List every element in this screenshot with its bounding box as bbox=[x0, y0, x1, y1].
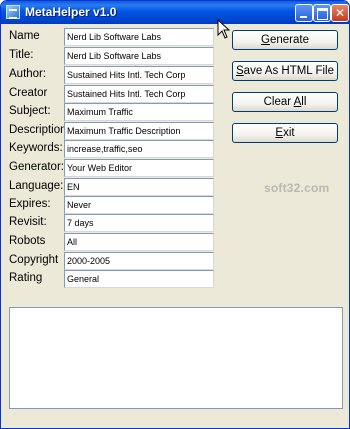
robots-field[interactable]: All bbox=[64, 233, 214, 251]
generator-label: Generator: bbox=[9, 161, 64, 173]
copyright-field[interactable]: 2000-2005 bbox=[64, 252, 214, 270]
exit-button[interactable]: Exit bbox=[232, 123, 338, 143]
title-field[interactable]: Nerd Lib Software Labs bbox=[64, 47, 214, 65]
subject-field[interactable]: Maximum Traffic bbox=[64, 103, 214, 121]
description-label: Description: bbox=[9, 124, 70, 136]
language-label: Language: bbox=[9, 180, 64, 192]
close-icon[interactable] bbox=[331, 4, 349, 22]
exit-button-accel: E bbox=[275, 127, 284, 139]
author-field[interactable]: Sustained Hits Intl. Tech Corp bbox=[64, 66, 214, 84]
watermark: soft32.com bbox=[264, 181, 330, 195]
save-button-accel: S bbox=[236, 65, 244, 77]
metahelper-window: MetaHelper v1.0 Name Title: Author: Crea… bbox=[0, 0, 350, 429]
minimize-icon[interactable] bbox=[295, 4, 313, 22]
clear-button-label-pre: Clear bbox=[263, 96, 294, 108]
subject-label: Subject: bbox=[9, 105, 51, 117]
creator-field[interactable]: Sustained Hits Intl. Tech Corp bbox=[64, 85, 214, 103]
keywords-field[interactable]: increase,traffic,seo bbox=[64, 140, 214, 158]
keywords-label: Keywords: bbox=[9, 142, 63, 154]
exit-button-label-post: xit bbox=[283, 127, 295, 139]
app-icon bbox=[6, 5, 20, 19]
rating-field[interactable]: General bbox=[64, 270, 214, 288]
creator-label: Creator bbox=[9, 87, 48, 99]
save-as-html-button[interactable]: Save As HTML File bbox=[232, 61, 338, 81]
author-label: Author: bbox=[9, 68, 47, 80]
window-title: MetaHelper v1.0 bbox=[25, 5, 117, 19]
save-button-label-post: ave As HTML File bbox=[243, 65, 334, 77]
expires-field[interactable]: Never bbox=[64, 196, 214, 214]
mouse-pointer-icon bbox=[217, 19, 231, 39]
description-field[interactable]: Maximum Traffic Description bbox=[64, 122, 214, 140]
generate-button-label-post: enerate bbox=[269, 34, 309, 46]
revisit-field[interactable]: 7 days bbox=[64, 214, 214, 232]
output-textarea[interactable] bbox=[9, 307, 343, 409]
generate-button-accel: G bbox=[261, 34, 270, 46]
generate-button[interactable]: Generate bbox=[232, 30, 338, 50]
title-label: Title: bbox=[9, 49, 34, 61]
maximize-icon[interactable] bbox=[313, 4, 331, 22]
generator-field[interactable]: Your Web Editor bbox=[64, 159, 214, 177]
rating-label: Rating bbox=[9, 272, 43, 284]
language-field[interactable]: EN bbox=[64, 178, 214, 196]
name-field[interactable]: Nerd Lib Software Labs bbox=[64, 28, 214, 46]
copyright-label: Copyright bbox=[9, 254, 59, 266]
clear-all-button[interactable]: Clear All bbox=[232, 92, 338, 112]
robots-label: Robots bbox=[9, 235, 46, 247]
expires-label: Expires: bbox=[9, 198, 51, 210]
title-bar[interactable]: MetaHelper v1.0 bbox=[1, 1, 349, 24]
clear-button-label-post: ll bbox=[301, 96, 307, 108]
revisit-label: Revisit: bbox=[9, 216, 47, 228]
name-label: Name bbox=[9, 30, 40, 42]
